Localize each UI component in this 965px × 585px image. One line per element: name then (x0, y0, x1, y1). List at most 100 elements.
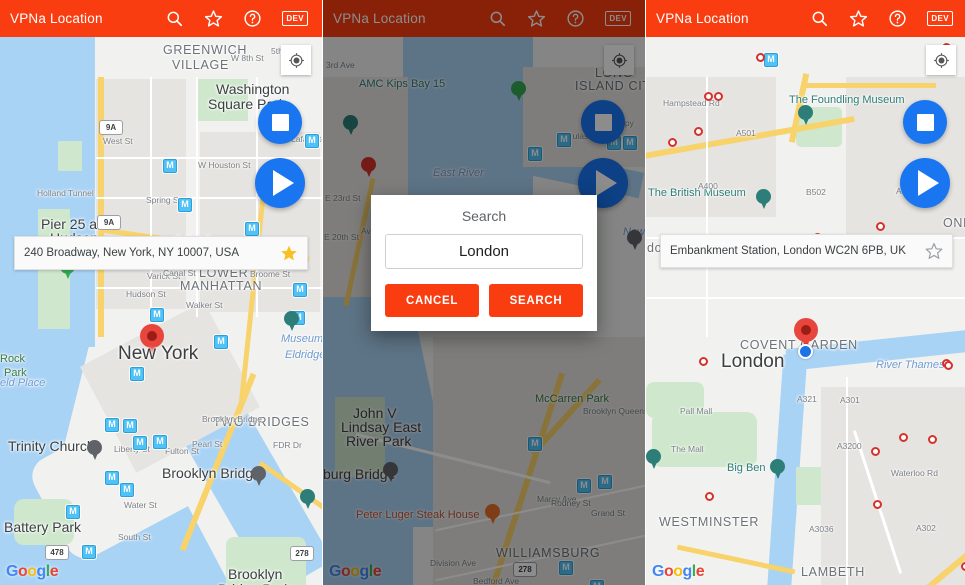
underground-station-icon[interactable] (871, 447, 880, 456)
map-label: Waterloo Rd (891, 468, 938, 478)
poi-marker-icon[interactable] (646, 449, 661, 469)
transit-station-icon[interactable] (163, 159, 177, 173)
star-icon[interactable] (204, 9, 223, 28)
map-label: Eldridge (285, 349, 322, 361)
map-label: Pall Mall (680, 406, 713, 416)
transit-station-icon[interactable] (293, 283, 307, 297)
map-label: The Mall (671, 444, 704, 454)
transit-station-icon[interactable] (130, 367, 144, 381)
crosshair-icon (933, 52, 949, 68)
play-fab-button[interactable] (900, 158, 950, 208)
underground-station-icon[interactable] (944, 361, 953, 370)
map-park-small-2 (58, 141, 82, 171)
stop-fab-button[interactable] (258, 100, 302, 144)
search-icon[interactable] (810, 9, 829, 28)
map-label: A321 (797, 394, 817, 404)
help-icon[interactable] (888, 9, 907, 28)
transit-station-icon[interactable] (214, 335, 228, 349)
stop-fab-button[interactable] (903, 100, 947, 144)
poi-marker-icon[interactable] (87, 440, 102, 460)
underground-station-icon[interactable] (961, 562, 965, 571)
map-label: ONDON (943, 216, 965, 230)
google-watermark: Google (652, 563, 705, 580)
map-label: Rock (0, 353, 26, 365)
map-canvas-new-york[interactable]: GREENWICH VILLAGE Washington Square Park W 8… (0, 37, 322, 585)
search-input[interactable]: London (385, 234, 583, 269)
address-card[interactable]: Embankment Station, London WC2N 6PB, UK (660, 234, 953, 268)
underground-station-icon[interactable] (668, 138, 677, 147)
map-route-shield: 9A (97, 215, 121, 230)
map-label: MANHATTAN (180, 279, 263, 293)
map-park-st-james (652, 412, 757, 467)
transit-station-icon[interactable] (82, 545, 96, 559)
transit-station-icon[interactable] (150, 308, 164, 322)
poi-marker-icon[interactable] (756, 189, 771, 209)
poi-marker-icon[interactable] (251, 466, 266, 486)
map-label: The British Museum (648, 187, 746, 199)
underground-station-icon[interactable] (928, 435, 937, 444)
address-text: 240 Broadway, New York, NY 10007, USA (24, 247, 240, 259)
map-road-w2 (646, 297, 965, 299)
poi-marker-icon[interactable] (798, 105, 813, 125)
crosshair-icon (288, 52, 304, 68)
underground-station-icon[interactable] (873, 500, 882, 509)
poi-marker-icon[interactable] (770, 459, 785, 479)
address-card[interactable]: 240 Broadway, New York, NY 10007, USA (14, 236, 308, 270)
underground-station-icon[interactable] (705, 492, 714, 501)
my-location-button[interactable] (926, 45, 956, 75)
map-canvas-london[interactable]: The Foundling Museum The British Museum Ha… (646, 37, 965, 585)
transit-station-icon[interactable] (764, 53, 778, 67)
underground-station-icon[interactable] (714, 92, 723, 101)
star-icon[interactable] (849, 9, 868, 28)
transit-station-icon[interactable] (105, 471, 119, 485)
search-input-value: London (458, 243, 510, 260)
map-label: Park (4, 367, 27, 379)
transit-station-icon[interactable] (245, 222, 259, 236)
map-route-shield: 478 (45, 545, 69, 560)
map-route-shield: 278 (290, 546, 314, 561)
my-location-button[interactable] (281, 45, 311, 75)
map-label: W 8th St (231, 53, 264, 63)
poi-marker-icon[interactable] (284, 311, 299, 331)
stop-icon (271, 113, 289, 131)
play-icon (272, 170, 294, 196)
map-label: Pearl St (192, 439, 223, 449)
transit-station-icon[interactable] (66, 505, 80, 519)
map-label: Spring St (146, 195, 181, 205)
transit-station-icon[interactable] (305, 134, 319, 148)
transit-station-icon[interactable] (153, 435, 167, 449)
underground-station-icon[interactable] (876, 222, 885, 231)
search-button[interactable]: SEARCH (489, 284, 583, 317)
poi-marker-icon[interactable] (300, 489, 315, 509)
map-label: A301 (840, 395, 860, 405)
transit-station-icon[interactable] (105, 418, 119, 432)
screenshot-row: VPNa Location DEV GREENWICH VILLAGE Wash… (0, 0, 965, 585)
map-label: Holland Tunnel (37, 188, 94, 198)
map-label: Big Ben (727, 462, 766, 474)
transit-station-icon[interactable] (133, 436, 147, 450)
dev-badge[interactable]: DEV (927, 11, 953, 26)
underground-station-icon[interactable] (756, 53, 765, 62)
underground-station-icon[interactable] (694, 127, 703, 136)
map-label: Hampstead Rd (663, 98, 720, 108)
underground-station-icon[interactable] (899, 433, 908, 442)
underground-station-icon[interactable] (699, 357, 708, 366)
transit-station-icon[interactable] (178, 198, 192, 212)
help-icon[interactable] (243, 9, 262, 28)
favorite-star-icon-outline[interactable] (925, 242, 943, 260)
transit-station-icon[interactable] (120, 483, 134, 497)
map-label: Battery Park (4, 519, 82, 535)
transit-station-icon[interactable] (123, 419, 137, 433)
search-icon[interactable] (165, 9, 184, 28)
map-label: WESTMINSTER (659, 515, 760, 529)
cancel-button[interactable]: CANCEL (385, 284, 479, 317)
app-title: VPNa Location (656, 11, 749, 26)
map-label: Trinity Church (8, 438, 95, 454)
underground-station-icon[interactable] (704, 92, 713, 101)
map-label: Broome St (250, 269, 291, 279)
play-fab-button[interactable] (255, 158, 305, 208)
app-bar-actions: DEV (165, 9, 312, 28)
dev-badge[interactable]: DEV (282, 11, 308, 26)
favorite-star-icon-filled[interactable] (280, 244, 298, 262)
play-icon (917, 170, 939, 196)
